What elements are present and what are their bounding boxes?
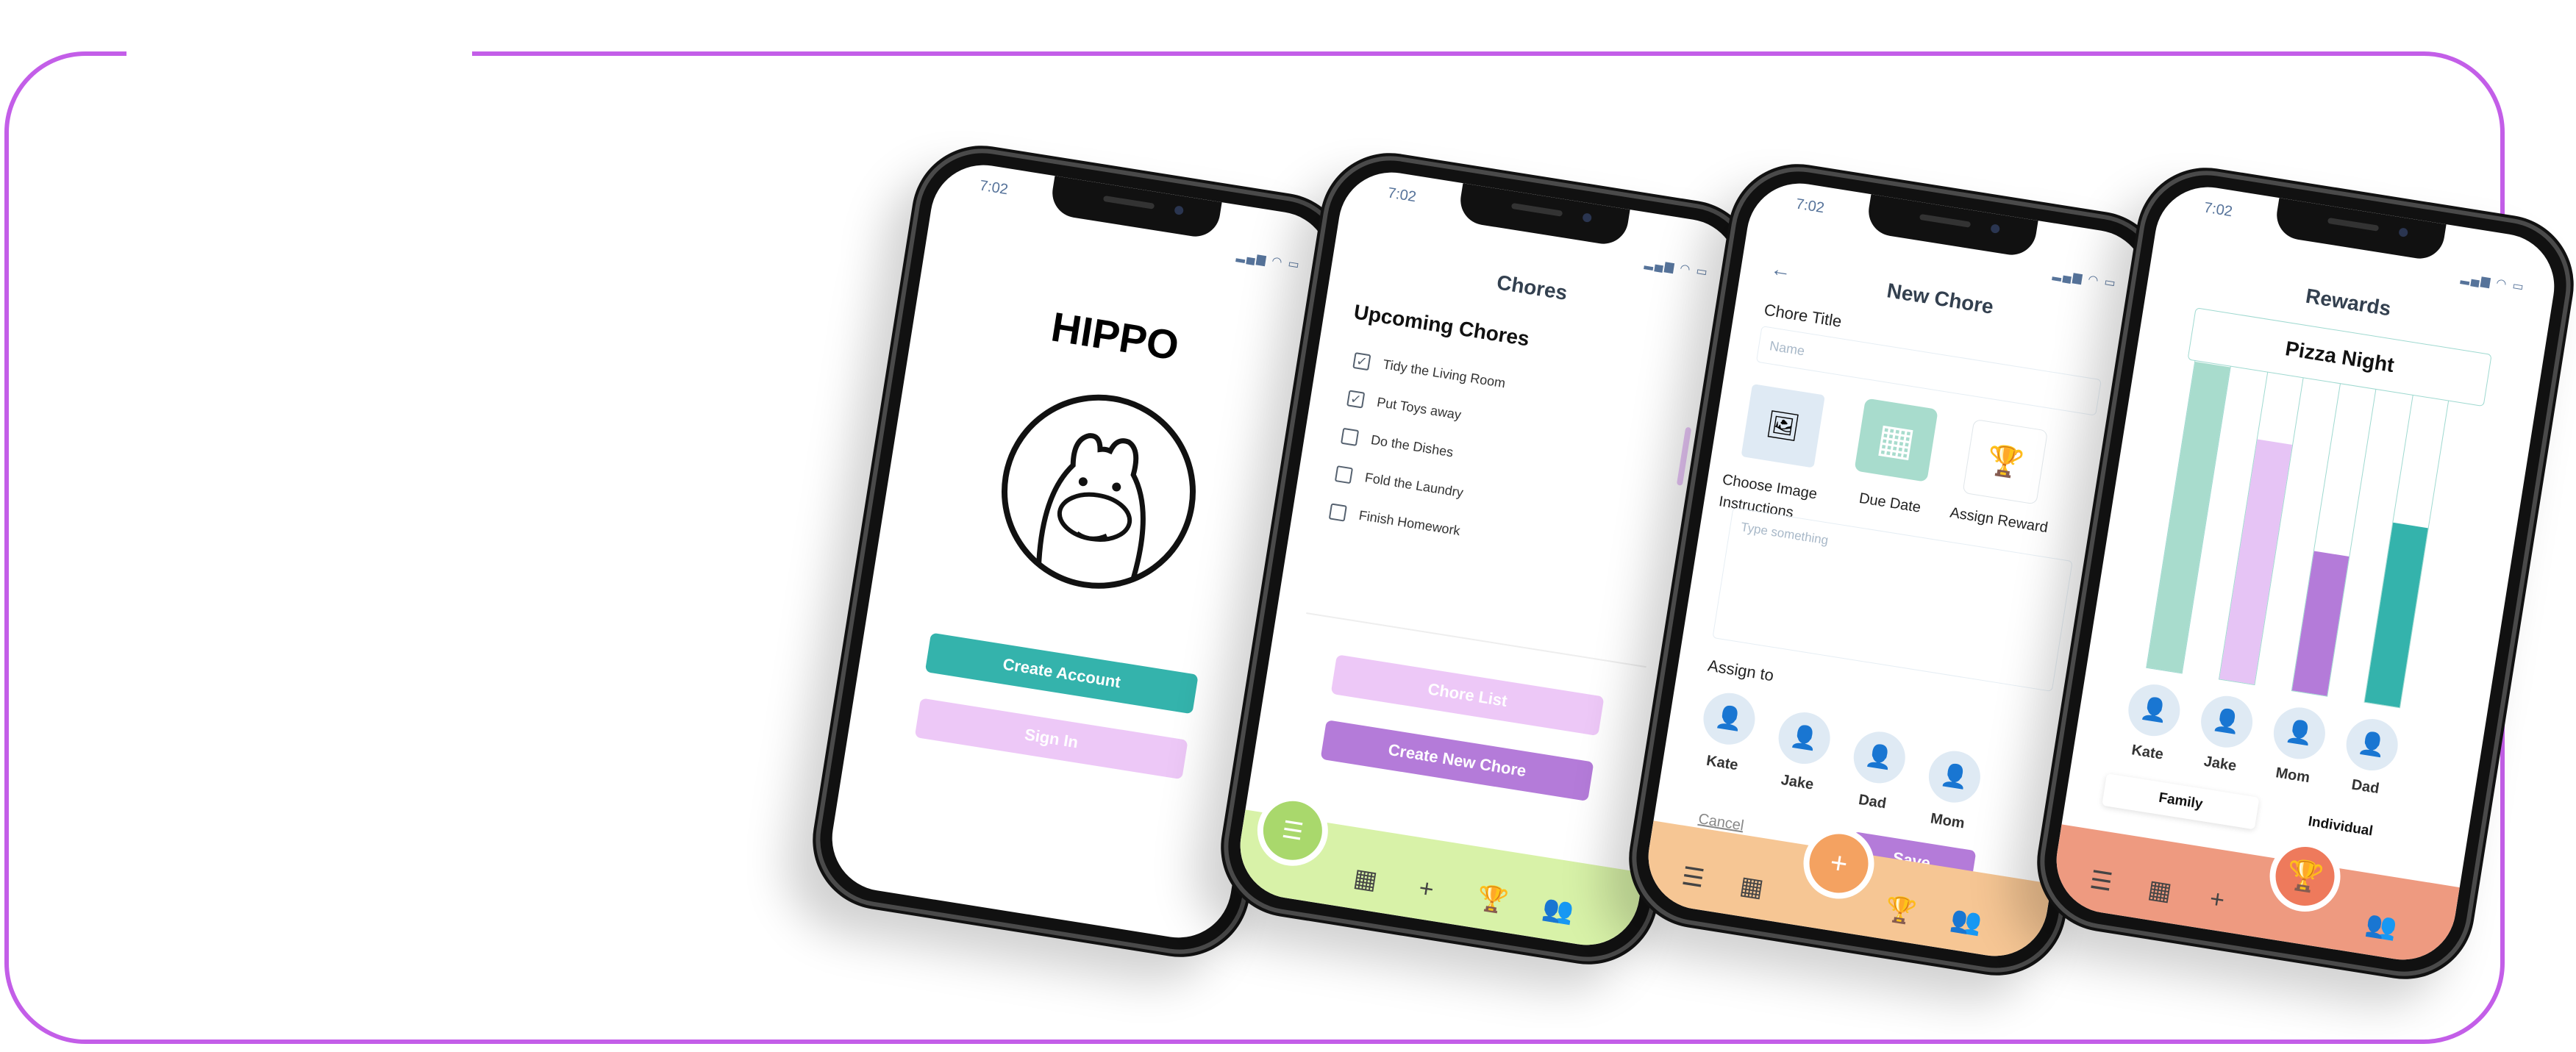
avatar-label: Dad bbox=[2350, 776, 2380, 798]
people-icon[interactable]: 👥 bbox=[1949, 903, 1984, 937]
plus-icon[interactable]: + bbox=[1417, 874, 1436, 905]
progress-fill bbox=[2219, 439, 2293, 684]
status-icons: ▂▄▆ ◠ ▭ bbox=[2052, 268, 2118, 290]
progress-fill bbox=[2364, 522, 2428, 708]
rewards-screen: 7:02 ▂▄▆ ◠ ▭ Rewards Pizza Night 👤 Kate … bbox=[2049, 179, 2562, 967]
trophy-icon[interactable]: 🏆 bbox=[2264, 836, 2346, 917]
list-icon[interactable]: ☰ bbox=[1252, 790, 1333, 871]
status-time: 7:02 bbox=[978, 177, 1010, 198]
calendar-icon[interactable]: ▦ bbox=[1854, 398, 1938, 482]
assign-reward-label: Assign Reward bbox=[1949, 504, 2049, 537]
chore-label: Tidy the Living Room bbox=[1382, 357, 1507, 391]
avatar-jake[interactable]: 👤 bbox=[1774, 709, 1834, 768]
chore-label: Finish Homework bbox=[1357, 507, 1462, 539]
status-time: 7:02 bbox=[1386, 185, 1418, 206]
avatar-dad[interactable]: 👤 bbox=[2342, 715, 2402, 775]
avatar-label: Jake bbox=[1780, 771, 1815, 793]
people-icon[interactable]: 👥 bbox=[1541, 892, 1576, 926]
phone-notch bbox=[2273, 198, 2447, 262]
section-title: Upcoming Chores bbox=[1352, 300, 1531, 351]
progress-fill bbox=[2291, 551, 2350, 696]
chore-checkbox[interactable] bbox=[1334, 465, 1354, 484]
tab-family[interactable]: Family bbox=[2102, 773, 2260, 830]
create-new-chore-button[interactable]: Create New Chore bbox=[1320, 720, 1594, 802]
status-icons: ▂▄▆ ◠ ▭ bbox=[1644, 257, 1710, 279]
phone-notch bbox=[1049, 176, 1222, 240]
progress-bar-jake bbox=[2218, 345, 2308, 686]
avatar-jake[interactable]: 👤 bbox=[2197, 692, 2257, 751]
avatar-label: Mom bbox=[1929, 810, 1966, 832]
chore-label: Fold the Laundry bbox=[1363, 470, 1465, 501]
progress-fill bbox=[2147, 361, 2230, 673]
create-account-button[interactable]: Create Account bbox=[924, 632, 1199, 715]
avatar-dad[interactable]: 👤 bbox=[1849, 728, 1909, 787]
trophy-icon[interactable]: 🏆 bbox=[1962, 418, 2049, 505]
progress-bar-dad bbox=[2363, 368, 2453, 709]
avatar-label: Kate bbox=[2130, 742, 2165, 763]
trophy-icon[interactable]: 🏆 bbox=[1475, 882, 1510, 916]
hippo-logo bbox=[985, 378, 1213, 605]
avatar-kate[interactable]: 👤 bbox=[2124, 681, 2184, 740]
image-icon[interactable]: 🖼 bbox=[1741, 384, 1825, 468]
due-date-label: Due Date bbox=[1858, 490, 1922, 516]
sign-in-button[interactable]: Sign In bbox=[914, 698, 1188, 780]
status-time: 7:02 bbox=[1794, 196, 1826, 217]
chore-label: Put Toys away bbox=[1375, 394, 1463, 423]
chore-checkbox[interactable]: ✓ bbox=[1346, 390, 1366, 409]
status-icons: ▂▄▆ ◠ ▭ bbox=[2460, 271, 2526, 294]
list-icon[interactable]: ☰ bbox=[1680, 862, 1706, 894]
chore-checkbox[interactable]: ✓ bbox=[1352, 352, 1371, 371]
plus-icon[interactable]: + bbox=[2208, 884, 2227, 915]
progress-bar-kate bbox=[2146, 334, 2236, 674]
chore-checkbox[interactable] bbox=[1328, 503, 1347, 522]
avatar-mom[interactable]: 👤 bbox=[2269, 704, 2329, 763]
status-time: 7:02 bbox=[2202, 199, 2234, 221]
avatar-label: Dad bbox=[1857, 791, 1888, 812]
progress-bar-mom bbox=[2291, 357, 2381, 697]
status-icons: ▂▄▆ ◠ ▭ bbox=[1235, 249, 1302, 272]
chore-list-button[interactable]: Chore List bbox=[1330, 654, 1605, 737]
chore-checkbox[interactable] bbox=[1340, 427, 1360, 446]
avatar-label: Jake bbox=[2202, 753, 2238, 775]
app-name: HIPPO bbox=[1048, 303, 1182, 369]
avatar-label: Mom bbox=[2274, 765, 2311, 787]
frame-gap bbox=[126, 44, 472, 66]
avatar-mom[interactable]: 👤 bbox=[1924, 747, 1984, 806]
chore-label: Do the Dishes bbox=[1369, 432, 1455, 460]
assign-to-label: Assign to bbox=[1706, 656, 1775, 685]
chore-title-label: Chore Title bbox=[1763, 300, 1844, 331]
trophy-icon[interactable]: 🏆 bbox=[1883, 893, 1919, 927]
people-icon[interactable]: 👥 bbox=[2363, 909, 2400, 942]
list-icon[interactable]: ☰ bbox=[2088, 865, 2114, 898]
calendar-icon[interactable]: ▦ bbox=[2146, 874, 2174, 907]
phone-notch bbox=[1865, 194, 2038, 259]
phone-notch bbox=[1457, 183, 1630, 248]
calendar-icon[interactable]: ▦ bbox=[1352, 863, 1380, 896]
calendar-icon[interactable]: ▦ bbox=[1738, 870, 1766, 903]
avatar-label: Kate bbox=[1705, 752, 1740, 774]
page-title: New Chore bbox=[1885, 279, 1996, 318]
instructions-textarea[interactable]: Type something bbox=[1712, 507, 2073, 692]
avatar-kate[interactable]: 👤 bbox=[1699, 689, 1759, 748]
